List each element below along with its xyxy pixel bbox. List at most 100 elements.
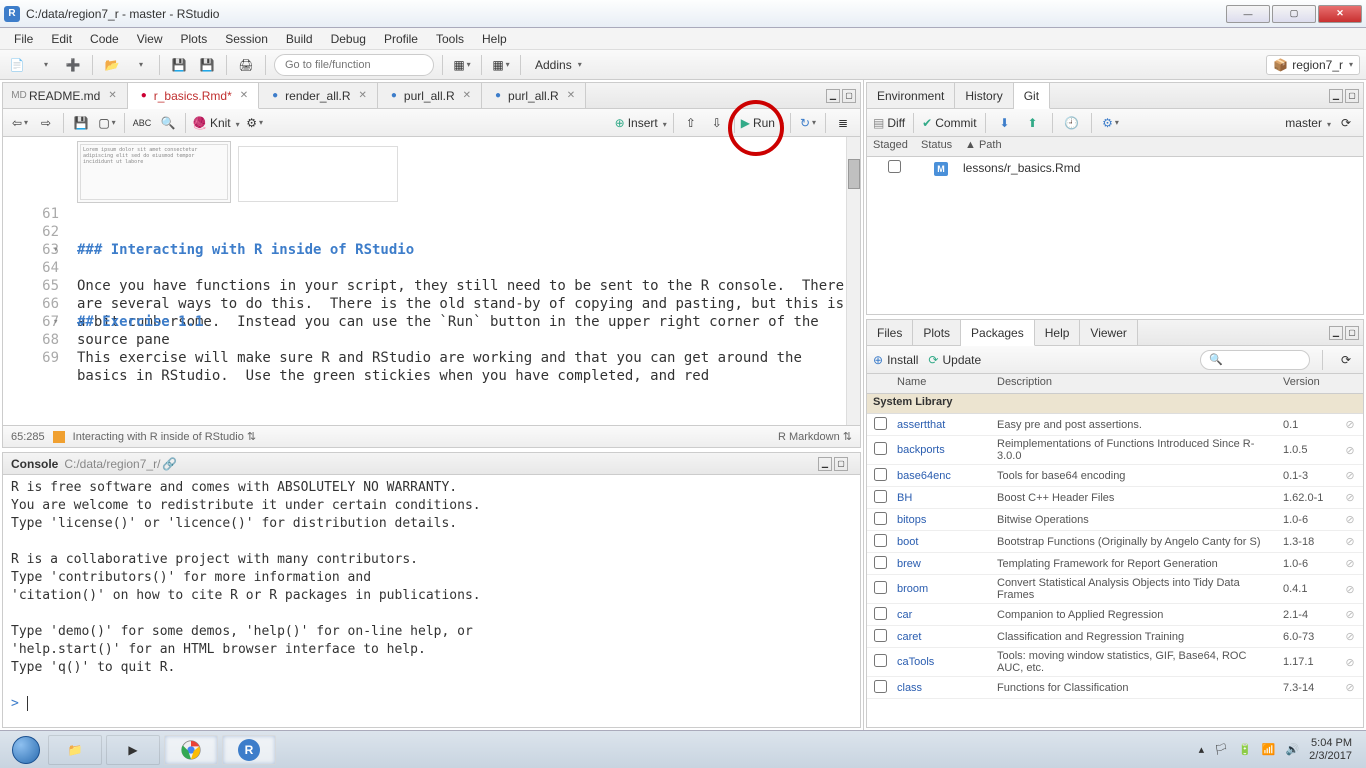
console-output[interactable]: R is free software and comes with ABSOLU… — [3, 475, 860, 727]
remove-package-icon[interactable]: ⊘ — [1337, 535, 1363, 548]
addins-menu[interactable]: Addins — [529, 56, 588, 74]
package-row[interactable]: base64enc Tools for base64 encoding 0.1-… — [867, 465, 1363, 487]
package-name[interactable]: base64enc — [893, 470, 993, 482]
menu-help[interactable]: Help — [474, 30, 515, 48]
save-all-icon[interactable]: 💾 — [196, 54, 218, 76]
history-icon[interactable]: 🕘 — [1061, 112, 1083, 134]
outline-icon[interactable]: ≣ — [832, 112, 854, 134]
remove-package-icon[interactable]: ⊘ — [1337, 513, 1363, 526]
install-button[interactable]: ⊕Install — [873, 353, 918, 367]
package-name[interactable]: backports — [893, 444, 993, 456]
system-clock[interactable]: 5:04 PM 2/3/2017 — [1309, 737, 1352, 763]
packages-list[interactable]: assertthat Easy pre and post assertions.… — [867, 414, 1363, 727]
taskbar-chrome-icon[interactable] — [164, 735, 218, 765]
menu-build[interactable]: Build — [278, 30, 321, 48]
package-load-checkbox[interactable] — [874, 680, 887, 693]
menu-tools[interactable]: Tools — [428, 30, 472, 48]
package-name[interactable]: class — [893, 682, 993, 694]
pane-min-icon[interactable]: ▁ — [826, 89, 840, 103]
branch-menu[interactable]: master — [1285, 116, 1331, 130]
close-icon[interactable]: ✕ — [240, 90, 248, 101]
refresh-packages-icon[interactable]: ⟳ — [1335, 349, 1357, 371]
tab-environment[interactable]: Environment — [867, 83, 955, 108]
tab-render-all[interactable]: ●render_all.R✕ — [259, 83, 378, 108]
package-row[interactable]: caTools Tools: moving window statistics,… — [867, 648, 1363, 677]
workspace-panes-icon[interactable]: ▦ — [451, 54, 473, 76]
tray-arrow-icon[interactable]: ▴ — [1199, 743, 1205, 756]
pane-min-icon[interactable]: ▁ — [1329, 89, 1343, 103]
package-load-checkbox[interactable] — [874, 490, 887, 503]
print-icon[interactable]: 🖨 — [235, 54, 257, 76]
tray-flag-icon[interactable]: 🏳 — [1214, 743, 1228, 756]
pane-max-icon[interactable]: ▢ — [1345, 326, 1359, 340]
back-nav-icon[interactable]: ⇦ — [9, 112, 31, 134]
new-file-icon[interactable]: 📄 — [6, 54, 28, 76]
package-row[interactable]: bitops Bitwise Operations 1.0-6 ⊘ — [867, 509, 1363, 531]
menu-session[interactable]: Session — [217, 30, 276, 48]
package-load-checkbox[interactable] — [874, 654, 887, 667]
source-editor[interactable]: Lorem ipsum dolor sit amet consectetur a… — [3, 137, 860, 425]
package-name[interactable]: brew — [893, 558, 993, 570]
tab-git[interactable]: Git — [1014, 83, 1050, 109]
new-file-dropdown-icon[interactable] — [34, 54, 56, 76]
pane-max-icon[interactable]: ▢ — [834, 457, 848, 471]
tab-r-basics[interactable]: ●r_basics.Rmd*✕ — [128, 83, 259, 109]
forward-nav-icon[interactable]: ⇨ — [35, 112, 57, 134]
diff-button[interactable]: ▤Diff — [873, 116, 905, 130]
tab-files[interactable]: Files — [867, 320, 913, 345]
next-chunk-icon[interactable]: ⇩ — [706, 112, 728, 134]
remove-package-icon[interactable]: ⊘ — [1337, 630, 1363, 643]
stage-checkbox[interactable] — [888, 160, 901, 173]
remove-package-icon[interactable]: ⊘ — [1337, 583, 1363, 596]
run-button[interactable]: ▶Run — [741, 116, 784, 130]
close-icon[interactable]: ✕ — [567, 90, 575, 101]
remove-package-icon[interactable]: ⊘ — [1337, 444, 1363, 457]
remove-package-icon[interactable]: ⊘ — [1337, 557, 1363, 570]
package-row[interactable]: caret Classification and Regression Trai… — [867, 626, 1363, 648]
close-icon[interactable]: ✕ — [108, 90, 116, 101]
pane-max-icon[interactable]: ▢ — [1345, 89, 1359, 103]
package-name[interactable]: assertthat — [893, 419, 993, 431]
tab-history[interactable]: History — [955, 83, 1013, 108]
update-button[interactable]: ⟳Update — [928, 353, 981, 367]
maximize-button[interactable]: ▢ — [1272, 5, 1316, 23]
menu-view[interactable]: View — [129, 30, 171, 48]
save-icon[interactable]: 💾 — [168, 54, 190, 76]
grid-icon[interactable]: ▦ — [490, 54, 512, 76]
package-name[interactable]: caTools — [893, 656, 993, 668]
tray-battery-icon[interactable]: 🔋 — [1238, 743, 1252, 756]
push-icon[interactable]: ⬆ — [1022, 112, 1044, 134]
packages-search-input[interactable] — [1200, 350, 1310, 370]
prev-chunk-icon[interactable]: ⇧ — [680, 112, 702, 134]
breadcrumb[interactable]: Interacting with R inside of RStudio ⇅ — [73, 430, 256, 443]
publish-icon[interactable]: ↻ — [797, 112, 819, 134]
close-icon[interactable]: ✕ — [359, 90, 367, 101]
tab-viewer[interactable]: Viewer — [1080, 320, 1137, 345]
tab-help[interactable]: Help — [1035, 320, 1081, 345]
package-name[interactable]: boot — [893, 536, 993, 548]
package-row[interactable]: backports Reimplementations of Functions… — [867, 436, 1363, 465]
tab-purl-all-1[interactable]: ●purl_all.R✕ — [378, 83, 482, 108]
taskbar-media-icon[interactable]: ▶ — [106, 735, 160, 765]
taskbar-rstudio-icon[interactable]: R — [222, 735, 276, 765]
remove-package-icon[interactable]: ⊘ — [1337, 491, 1363, 504]
start-button[interactable] — [6, 735, 46, 765]
save-doc-icon[interactable]: 💾 — [70, 112, 92, 134]
pane-max-icon[interactable]: ▢ — [842, 89, 856, 103]
spellcheck-icon[interactable]: ABC — [131, 112, 153, 134]
commit-button[interactable]: ✔Commit — [922, 116, 976, 130]
menu-file[interactable]: File — [6, 30, 41, 48]
menu-plots[interactable]: Plots — [173, 30, 216, 48]
tab-readme[interactable]: MDREADME.md✕ — [3, 83, 128, 108]
remove-package-icon[interactable]: ⊘ — [1337, 681, 1363, 694]
package-load-checkbox[interactable] — [874, 417, 887, 430]
tray-network-icon[interactable]: 📶 — [1262, 743, 1276, 756]
git-row[interactable]: M lessons/r_basics.Rmd — [867, 157, 1363, 179]
new-project-icon[interactable]: ➕ — [62, 54, 84, 76]
package-load-checkbox[interactable] — [874, 534, 887, 547]
menu-debug[interactable]: Debug — [323, 30, 374, 48]
menu-code[interactable]: Code — [82, 30, 127, 48]
knit-button[interactable]: 🧶Knit — [192, 116, 240, 130]
show-new-window-icon[interactable]: ▢ — [96, 112, 118, 134]
find-replace-icon[interactable]: 🔍 — [157, 112, 179, 134]
